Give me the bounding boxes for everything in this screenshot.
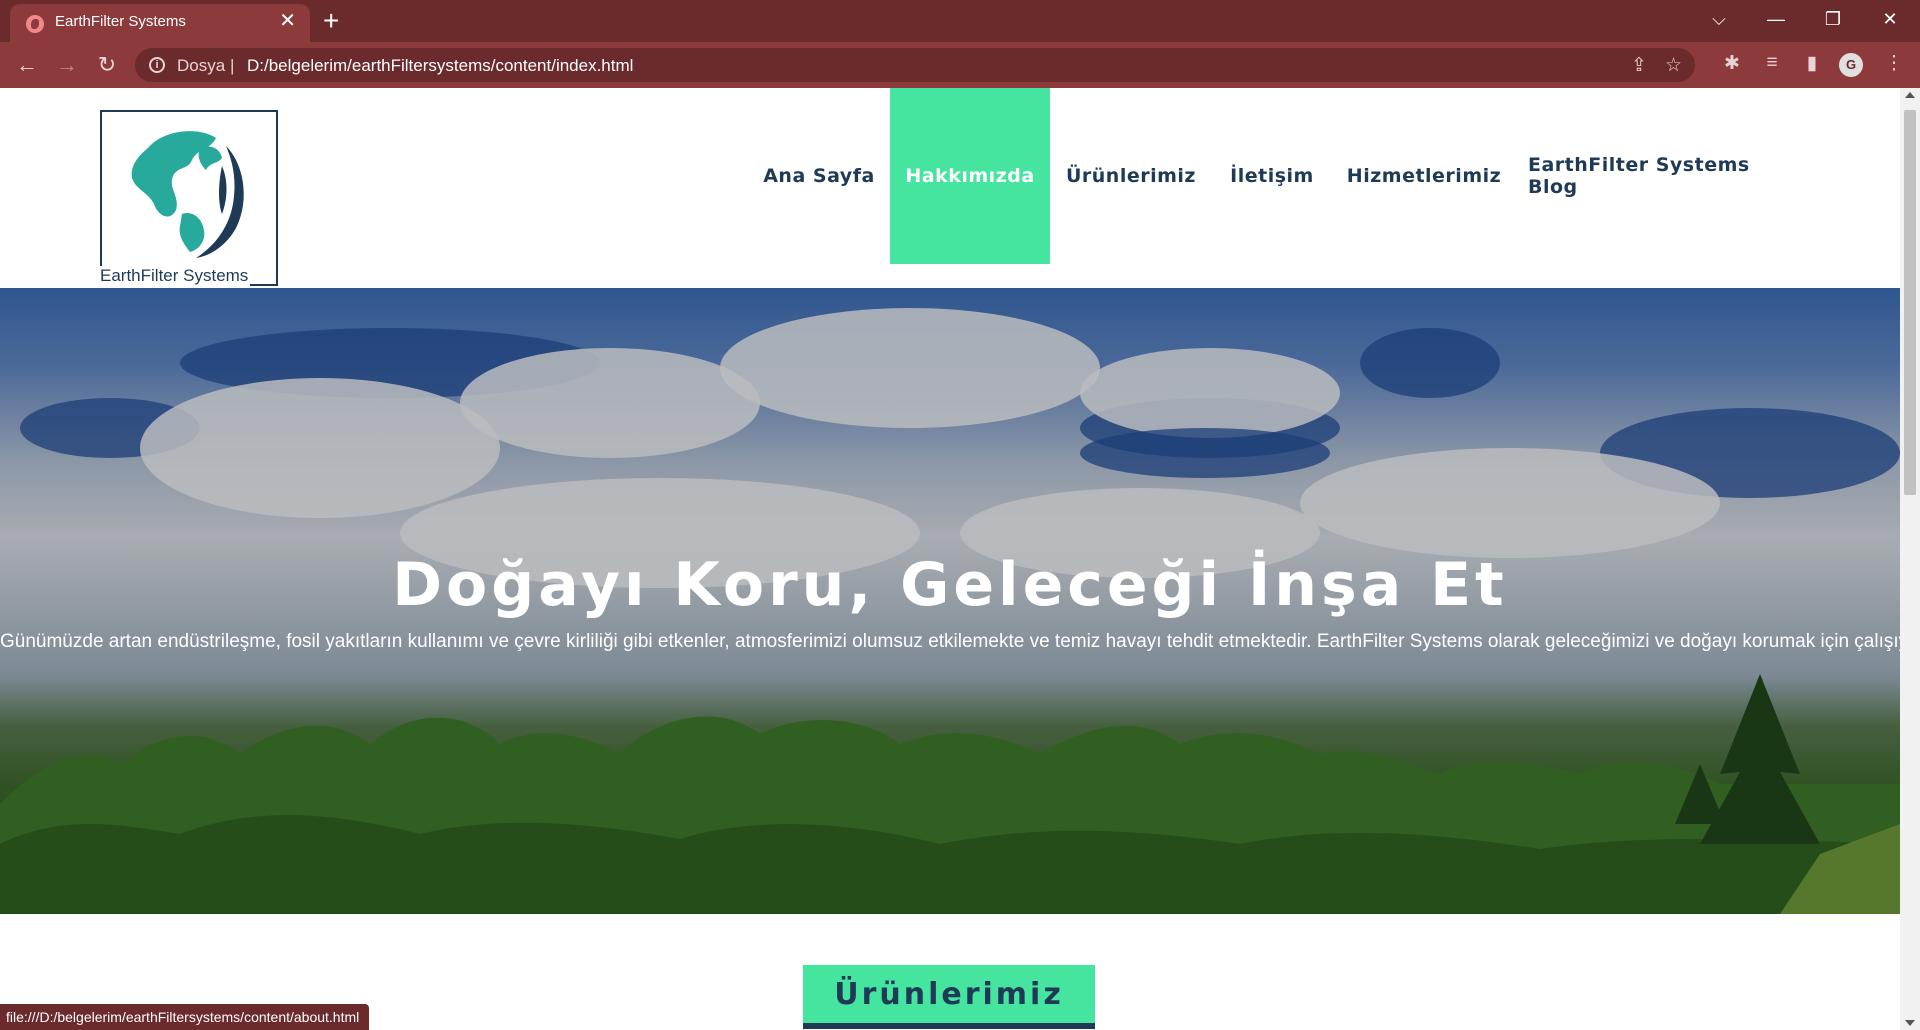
reload-button[interactable]: ↻ <box>92 50 122 80</box>
nav-item-hizmetlerimiz[interactable]: Hizmetlerimiz <box>1344 88 1504 264</box>
products-section-heading: Ürünlerimiz <box>803 965 1095 1029</box>
page-viewport: EarthFilter Systems Ana Sayfa Hakkımızda… <box>0 88 1900 1030</box>
nav-item-ana-sayfa[interactable]: Ana Sayfa <box>752 88 886 264</box>
scrollbar-thumb[interactable] <box>1904 110 1916 495</box>
back-button[interactable]: ← <box>12 50 42 80</box>
tab-search-icon[interactable]: ⌵ <box>1699 6 1739 32</box>
tab-title: EarthFilter Systems <box>55 13 186 30</box>
nav-item-iletisim[interactable]: İletişim <box>1222 88 1322 264</box>
site-favicon-icon <box>26 15 44 33</box>
site-logo[interactable]: EarthFilter Systems <box>100 110 278 286</box>
side-panel-icon[interactable]: ▮ <box>1799 52 1825 75</box>
browser-menu-icon[interactable]: ⋮ <box>1881 52 1907 75</box>
close-window-button[interactable]: ✕ <box>1870 6 1910 32</box>
site-header: EarthFilter Systems Ana Sayfa Hakkımızda… <box>0 88 1900 288</box>
nav-item-urunlerimiz[interactable]: Ürünlerimiz <box>1060 88 1202 264</box>
extensions-icon[interactable]: ✱ <box>1719 52 1745 75</box>
tab-strip: EarthFilter Systems ✕ + ⌵ — ❐ ✕ <box>0 0 1920 42</box>
browser-tab[interactable]: EarthFilter Systems ✕ <box>10 4 310 42</box>
page-scrollbar[interactable] <box>1900 88 1920 1030</box>
profile-avatar[interactable]: G <box>1839 53 1863 77</box>
nav-item-blog[interactable]: EarthFilter Systems Blog <box>1528 88 1794 264</box>
media-control-icon[interactable]: ≡ <box>1759 52 1785 74</box>
scroll-up-arrow-icon[interactable] <box>1905 92 1915 98</box>
bookmark-star-icon[interactable]: ☆ <box>1665 54 1682 77</box>
link-status-bubble: file:///D:/belgelerim/earthFiltersystems… <box>0 1004 370 1030</box>
site-info-icon[interactable]: i <box>149 57 165 73</box>
share-icon[interactable]: ⇪ <box>1631 54 1647 77</box>
new-tab-button[interactable]: + <box>323 4 339 38</box>
address-bar[interactable]: i Dosya | D:/belgelerim/earthFiltersyste… <box>135 48 1695 82</box>
tab-close-icon[interactable]: ✕ <box>279 11 296 31</box>
browser-toolbar: ← → ↻ i Dosya | D:/belgelerim/earthFilte… <box>0 42 1920 88</box>
restore-button[interactable]: ❐ <box>1813 6 1853 32</box>
scheme-label: Dosya <box>177 56 226 75</box>
scroll-down-arrow-icon[interactable] <box>1905 1020 1915 1026</box>
forward-button[interactable]: → <box>52 50 82 80</box>
globe-logo-icon <box>122 128 246 258</box>
hero-banner: Doğayı Koru, Geleceği İnşa Et Günümüzde … <box>0 288 1900 914</box>
hero-title: Doğayı Koru, Geleceği İnşa Et <box>392 550 1508 620</box>
logo-text: EarthFilter Systems <box>100 266 251 286</box>
address-separator: | <box>230 56 235 75</box>
url-text[interactable]: D:/belgelerim/earthFiltersystems/content… <box>247 56 633 76</box>
hero-subtitle: Günümüzde artan endüstrileşme, fosil yak… <box>0 631 1900 652</box>
nav-item-hakkimizda[interactable]: Hakkımızda <box>890 88 1050 264</box>
minimize-button[interactable]: — <box>1756 6 1796 32</box>
